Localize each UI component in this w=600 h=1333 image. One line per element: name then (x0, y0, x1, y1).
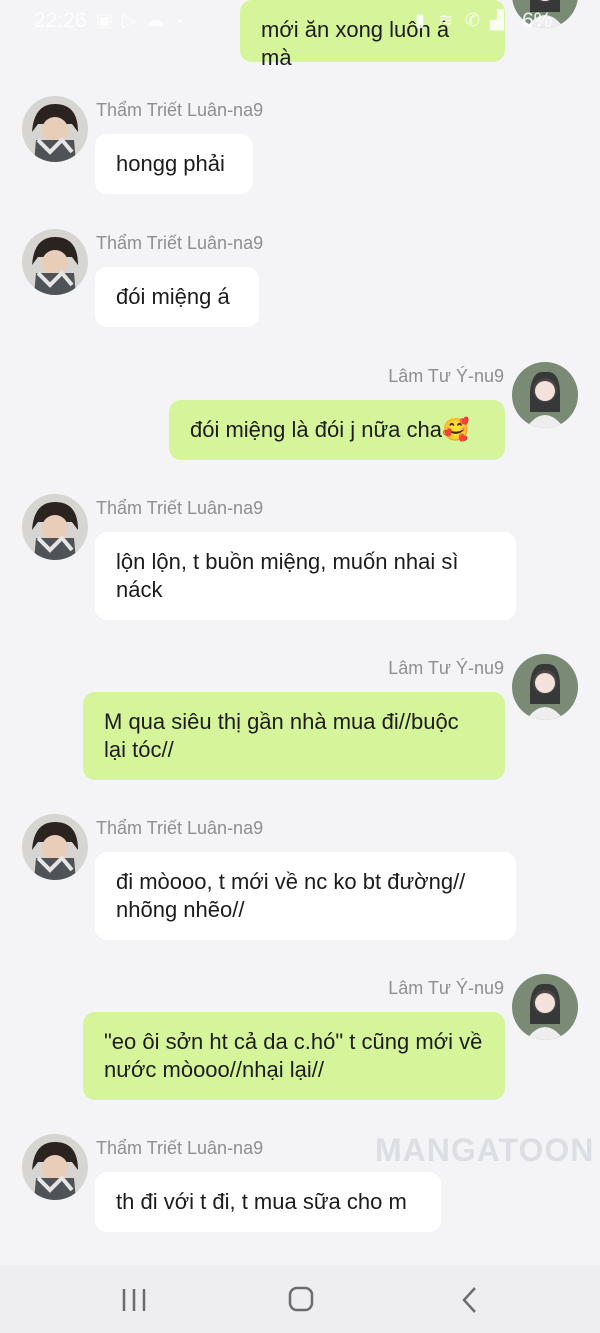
watermark: MANGATOON (375, 1132, 595, 1168)
message-text: lộn lộn, t buồn miệng, muốn nhai sì náck (116, 549, 459, 602)
status-time: 22:26 (34, 9, 87, 32)
signal-icon: ▟ (490, 10, 504, 30)
message-text: đi mòooo, t mới về nc ko bt đường// nhõn… (116, 869, 466, 922)
sender-name: Thẩm Triết Luân-na9 (96, 818, 264, 838)
home-button[interactable] (281, 1283, 321, 1317)
call-icon: ✆ (465, 10, 481, 30)
sender-avatar[interactable] (22, 494, 88, 560)
sender-name: Thẩm Triết Luân-na9 (96, 233, 264, 253)
sender-name: Thẩm Triết Luân-na9 (96, 498, 264, 518)
message-text: hongg phải (116, 151, 225, 176)
message-bubble[interactable]: "eo ôi sởn ht cả da c.hó" t cũng mới về … (83, 1012, 505, 1100)
sender-avatar[interactable] (22, 1134, 88, 1200)
sender-name: Lâm Tư Ý-nu9 (388, 978, 504, 998)
message-bubble[interactable]: đói miệng á (95, 267, 259, 327)
recent-apps-icon (114, 1283, 154, 1317)
message-text: th đi với t đi, t mua sữa cho m (116, 1189, 407, 1214)
system-nav-bar (0, 1265, 600, 1333)
message-text: đói miệng á (116, 284, 230, 309)
back-button[interactable] (450, 1283, 490, 1317)
sender-name: Thẩm Triết Luân-na9 (96, 1138, 264, 1158)
play-icon: ▷ (122, 10, 136, 30)
recent-apps-button[interactable] (114, 1283, 154, 1317)
message-bubble[interactable]: đói miệng là đói j nữa cha🥰 (169, 400, 505, 460)
gallery-icon: ▣ (96, 10, 114, 30)
status-bar: 22:26 ▣ ▷ ☁ • ▮ ≋ ✆ ▟ 6% (0, 0, 600, 42)
sender-name: Lâm Tư Ý-nu9 (388, 366, 504, 386)
cloud-icon: ☁ (146, 10, 164, 30)
sender-avatar[interactable] (22, 229, 88, 295)
sender-avatar[interactable] (22, 96, 88, 162)
message-bubble[interactable]: đi mòooo, t mới về nc ko bt đường// nhõn… (95, 852, 516, 940)
message-bubble[interactable]: lộn lộn, t buồn miệng, muốn nhai sì náck (95, 532, 516, 620)
dot-icon: • (178, 14, 183, 28)
message-bubble[interactable]: M qua siêu thị gần nhà mua đi//buộc lại … (83, 692, 505, 780)
wifi-icon: ≋ (438, 10, 454, 30)
sender-avatar[interactable] (512, 974, 578, 1040)
message-text: M qua siêu thị gần nhà mua đi//buộc lại … (104, 709, 459, 762)
chat-thread[interactable]: mới ăn xong luôn á mà Thẩm Triết Luân-na… (0, 0, 600, 1265)
sender-avatar[interactable] (22, 814, 88, 880)
sender-name: Lâm Tư Ý-nu9 (388, 658, 504, 678)
sender-avatar[interactable] (512, 362, 578, 428)
message-text: đói miệng là đói j nữa cha🥰 (190, 417, 470, 442)
message-bubble[interactable]: hongg phải (95, 134, 253, 194)
home-icon (281, 1283, 321, 1317)
battery-level: 6% (522, 9, 553, 32)
sender-avatar[interactable] (512, 654, 578, 720)
message-bubble[interactable]: th đi với t đi, t mua sữa cho m (95, 1172, 441, 1232)
back-icon (450, 1283, 490, 1317)
sender-name: Thẩm Triết Luân-na9 (96, 100, 264, 120)
message-text: "eo ôi sởn ht cả da c.hó" t cũng mới về … (104, 1029, 483, 1082)
lock-icon: ▮ (415, 10, 425, 30)
